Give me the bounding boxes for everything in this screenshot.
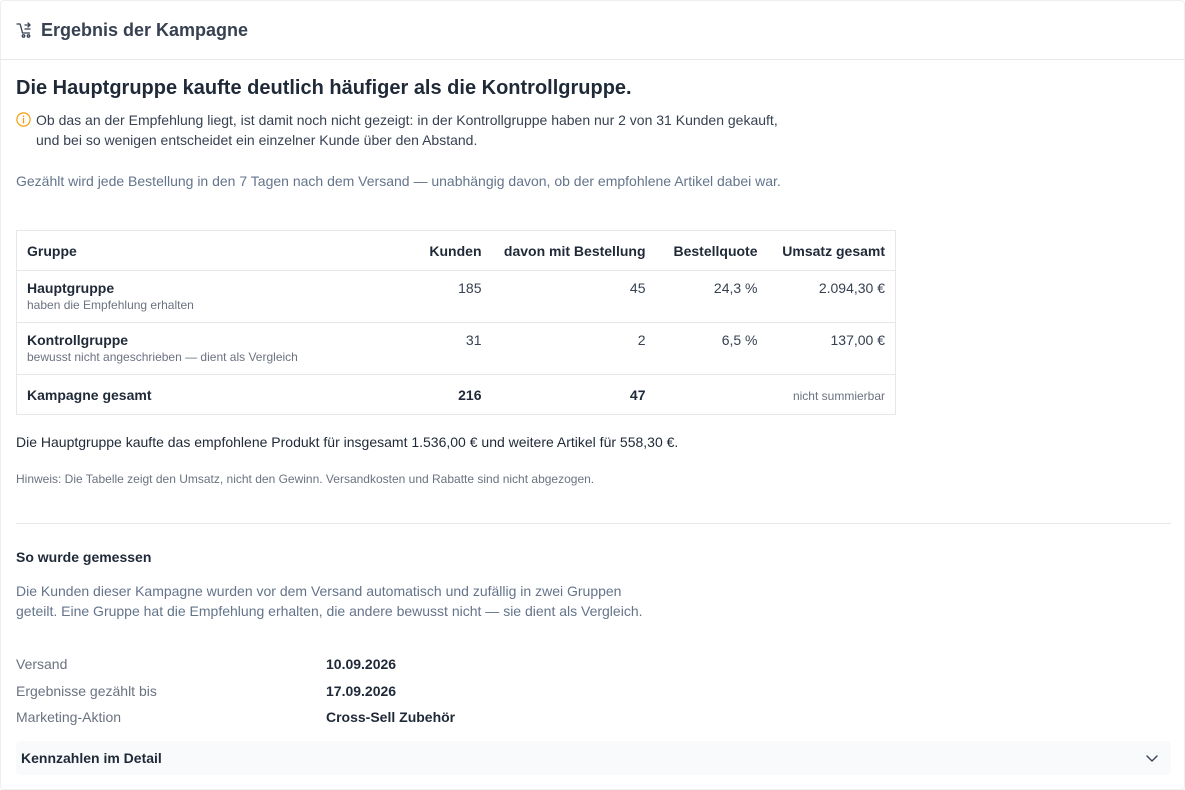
info-circle-icon bbox=[16, 112, 31, 127]
warning-text: Ob das an der Empfehlung liegt, ist dami… bbox=[36, 112, 778, 148]
table-header-row: Gruppe Kunden davon mit Bestellung Beste… bbox=[16, 230, 896, 271]
quote-cell: 24,3 % bbox=[655, 270, 768, 323]
details-label: Kennzahlen im Detail bbox=[21, 750, 162, 766]
details-accordion-toggle[interactable]: Kennzahlen im Detail bbox=[16, 741, 1171, 775]
total-quote bbox=[656, 375, 768, 415]
bestellungen-cell: 45 bbox=[491, 270, 656, 323]
section-divider bbox=[16, 523, 1171, 524]
total-umsatz: nicht summierbar bbox=[768, 375, 896, 415]
col-header-kunden: Kunden bbox=[356, 230, 492, 271]
bestellungen-cell: 2 bbox=[491, 322, 656, 375]
meta-label: Versand bbox=[16, 656, 68, 672]
card-title: Ergebnis der Kampagne bbox=[41, 20, 249, 40]
col-header-umsatz: Umsatz gesamt bbox=[767, 230, 896, 271]
kunden-cell: 185 bbox=[356, 270, 492, 323]
group-cell: Hauptgruppe haben die Empfehlung erhalte… bbox=[16, 270, 357, 323]
method-text: Die Kunden dieser Kampagne wurden vor de… bbox=[16, 583, 643, 619]
chevron-down-icon bbox=[1146, 755, 1158, 762]
table-row: Hauptgruppe haben die Empfehlung erhalte… bbox=[16, 270, 896, 323]
group-name: Hauptgruppe bbox=[27, 280, 115, 296]
meta-label: Marketing-Aktion bbox=[16, 709, 122, 725]
card-header: Ergebnis der Kampagne bbox=[1, 1, 1185, 60]
col-header-gruppe: Gruppe bbox=[16, 230, 357, 271]
quote-cell: 6,5 % bbox=[655, 322, 768, 375]
method-title: So wurde gemessen bbox=[16, 549, 152, 565]
results-table: Gruppe Kunden davon mit Bestellung Beste… bbox=[16, 230, 896, 415]
counting-note: Gezählt wird jede Bestellung in den 7 Ta… bbox=[16, 173, 781, 189]
revenue-hint: Hinweis: Die Tabelle zeigt den Umsatz, n… bbox=[16, 472, 595, 486]
total-bestellungen: 47 bbox=[629, 386, 646, 403]
col-header-quote: Bestellquote bbox=[655, 230, 768, 271]
table-row: Kontrollgruppe bewusst nicht angeschrieb… bbox=[16, 322, 896, 375]
result-headline: Die Hauptgruppe kaufte deutlich häufiger… bbox=[16, 77, 632, 99]
col-header-bestellungen: davon mit Bestellung bbox=[491, 230, 656, 271]
umsatz-cell: 137,00 € bbox=[767, 322, 896, 375]
umsatz-cell: 2.094,30 € bbox=[767, 270, 896, 323]
table-total-row: Kampagne gesamt 216 47 nicht summierbar bbox=[17, 375, 896, 415]
meta-label: Ergebnisse gezählt bis bbox=[16, 683, 157, 699]
meta-row-versand: Versand 10.09.2026 bbox=[16, 656, 716, 676]
group-description: bewusst nicht angeschrieben — dient als … bbox=[27, 350, 298, 364]
meta-row-marketing-action: Marketing-Aktion Cross-Sell Zubehör bbox=[16, 709, 716, 729]
meta-value: Cross-Sell Zubehör bbox=[326, 709, 456, 725]
campaign-result-card: Ergebnis der Kampagne Die Hauptgruppe ka… bbox=[0, 0, 1185, 790]
group-description: haben die Empfehlung erhalten bbox=[27, 298, 194, 312]
group-name: Kontrollgruppe bbox=[27, 332, 129, 348]
total-label: Kampagne gesamt bbox=[27, 386, 152, 403]
revenue-summary: Die Hauptgruppe kaufte das empfohlene Pr… bbox=[16, 434, 679, 450]
kunden-cell: 31 bbox=[356, 322, 492, 375]
meta-value: 10.09.2026 bbox=[326, 656, 397, 672]
cart-arrow-icon bbox=[16, 22, 31, 38]
meta-value: 17.09.2026 bbox=[326, 683, 397, 699]
not-summable-label: nicht summierbar bbox=[792, 388, 885, 403]
group-cell: Kontrollgruppe bewusst nicht angeschrieb… bbox=[16, 322, 357, 375]
total-kunden: 216 bbox=[458, 386, 482, 403]
meta-row-counted-until: Ergebnisse gezählt bis 17.09.2026 bbox=[16, 683, 716, 703]
